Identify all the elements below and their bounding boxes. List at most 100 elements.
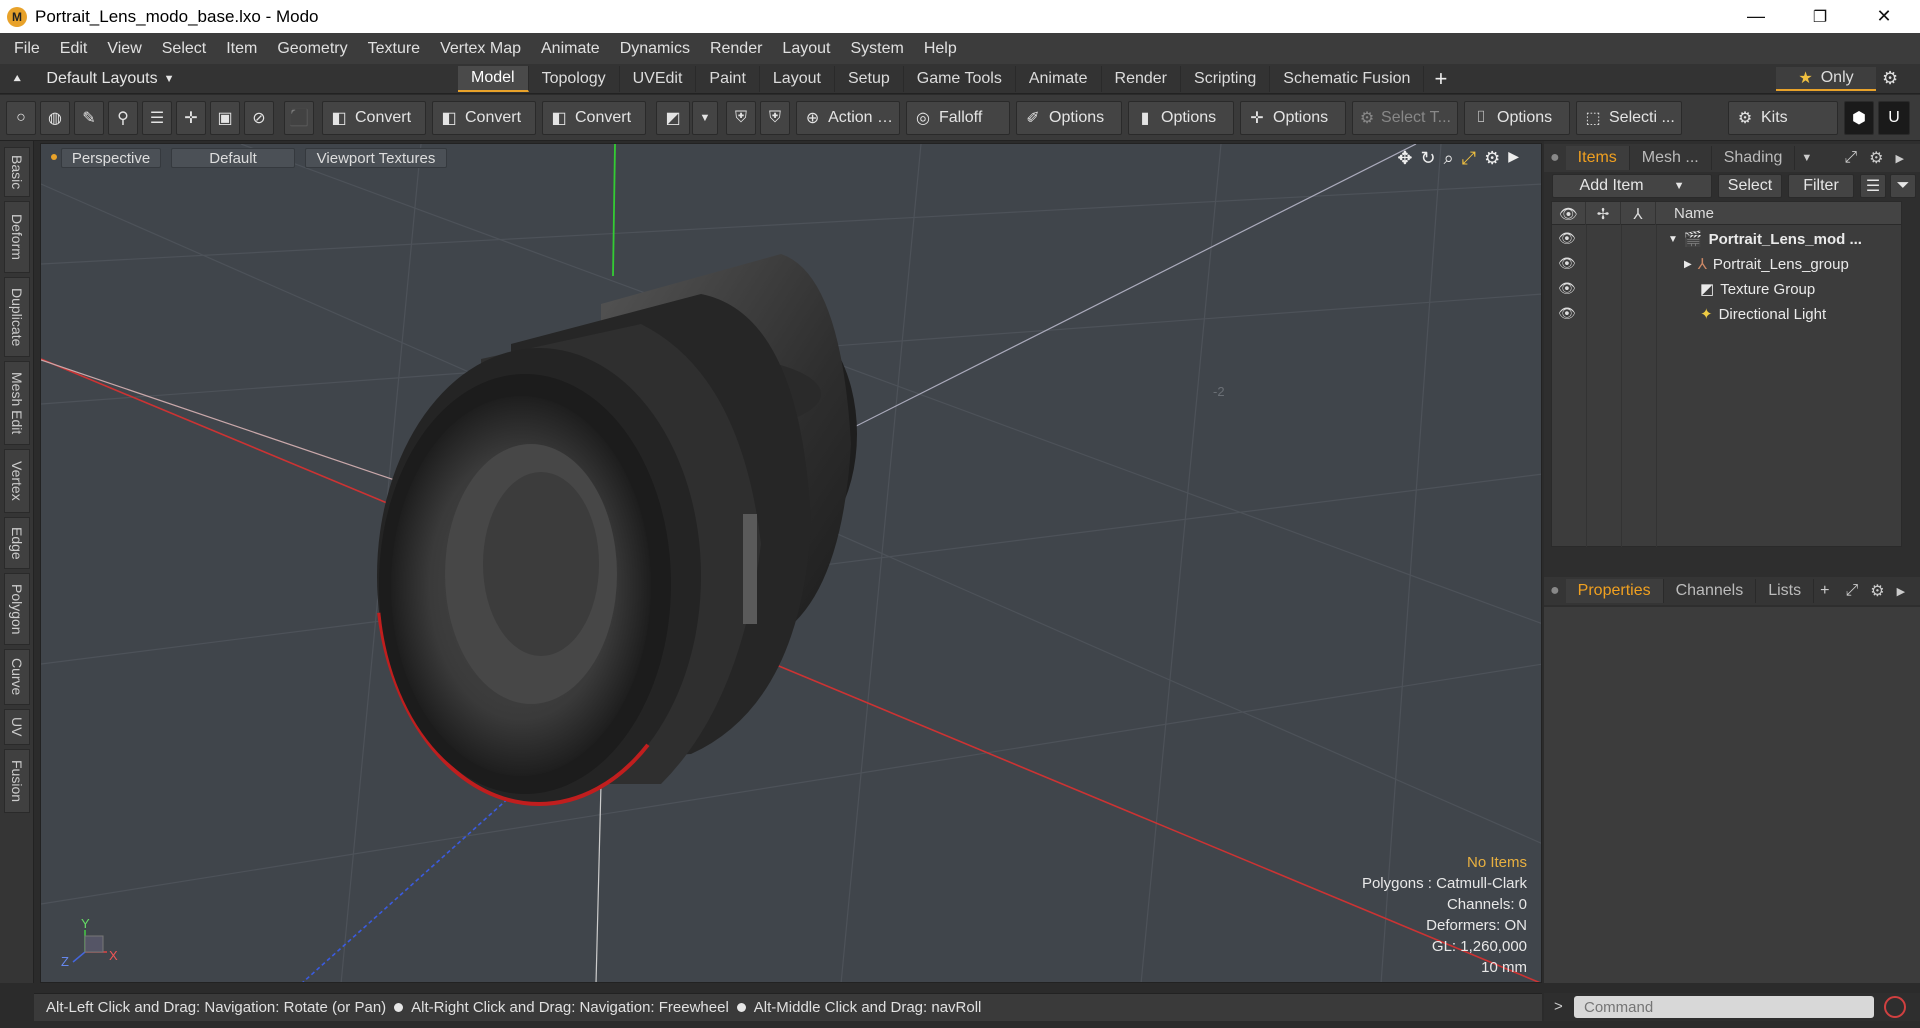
panel-menu-dot[interactable]: ● [1544,149,1566,167]
type-column-icon[interactable]: ⅄ [1621,202,1656,225]
menu-file[interactable]: File [4,40,50,58]
options-button-4[interactable]: ⌷ Options [1464,101,1570,135]
options-button-3[interactable]: ✛ Options [1240,101,1346,135]
convert-button-3[interactable]: ◧ Convert [542,101,646,135]
tab-mesh[interactable]: Mesh ... [1630,146,1712,170]
kits-button[interactable]: ⚙ Kits [1728,101,1838,135]
menu-render[interactable]: Render [700,40,772,58]
eye-icon[interactable]: 👁 [1558,280,1576,297]
tab-animate[interactable]: Animate [1016,66,1102,92]
select-button[interactable]: Select [1718,174,1782,198]
3d-viewport[interactable]: -2 Y X Z Perspective Default Viewport Te… [40,143,1542,983]
tab-scripting[interactable]: Scripting [1181,66,1271,92]
menu-vertex-map[interactable]: Vertex Map [430,40,531,58]
expand-arrow-icon[interactable]: ▶ [1684,259,1692,270]
eye-icon[interactable]: 👁 [1558,255,1576,272]
tab-paint[interactable]: Paint [696,66,760,92]
zoom-icon[interactable]: ⌕ [1444,148,1454,169]
record-icon[interactable] [1884,996,1906,1018]
tab-edge[interactable]: Edge [4,517,30,569]
command-input[interactable] [1574,996,1874,1018]
tab-polygon[interactable]: Polygon [4,573,30,645]
viewport-textures-dropdown[interactable]: Viewport Textures [305,148,447,168]
add-tab-icon[interactable]: + [1814,582,1835,600]
menu-dynamics[interactable]: Dynamics [610,40,700,58]
expand-icon[interactable]: ⤢ [1838,149,1863,167]
pan-icon[interactable]: ✥ [1397,148,1412,169]
menu-animate[interactable]: Animate [531,40,610,58]
tab-vertex[interactable]: Vertex [4,449,30,513]
menu-view[interactable]: View [97,40,151,58]
select-edges-button[interactable]: ◍ [40,101,70,135]
select-items-button[interactable]: ⚲ [108,101,138,135]
tab-fusion[interactable]: Fusion [4,749,30,813]
pivot-button[interactable]: ✛ [176,101,206,135]
select-materials-button[interactable]: ☰ [142,101,172,135]
falloff-button[interactable]: ◎ Falloff [906,101,1010,135]
tab-curve[interactable]: Curve [4,649,30,705]
tab-topology[interactable]: Topology [529,66,620,92]
convert-button-1[interactable]: ◧ Convert [322,101,426,135]
unreal-button[interactable]: U [1878,101,1910,135]
menu-layout[interactable]: Layout [772,40,840,58]
panel-menu-dot[interactable]: ● [1544,582,1566,600]
item-row-light[interactable]: 👁 ✦ Directional Light [1552,301,1901,326]
mesh-mode-button[interactable]: ⬛ [284,101,314,135]
tab-properties[interactable]: Properties [1565,579,1664,603]
convert-button-2[interactable]: ◧ Convert [432,101,536,135]
tab-mesh-edit[interactable]: Mesh Edit [4,361,30,445]
menu-help[interactable]: Help [914,40,967,58]
selection-sets-button[interactable]: ⬚ Selecti ... [1576,101,1682,135]
funnel-filter-button[interactable]: ⏷ [1890,174,1916,198]
eye-icon[interactable]: 👁 [1558,305,1576,322]
center-button[interactable]: ▣ [210,101,240,135]
eye-icon[interactable]: 👁 [1558,230,1576,247]
menu-geometry[interactable]: Geometry [267,40,357,58]
tab-schematic-fusion[interactable]: Schematic Fusion [1270,66,1425,92]
panel-arrow-icon[interactable]: ▶ [1891,585,1911,598]
tab-uvedit[interactable]: UVEdit [620,66,697,92]
tab-setup[interactable]: Setup [835,66,904,92]
menu-texture[interactable]: Texture [358,40,430,58]
tab-game-tools[interactable]: Game Tools [904,66,1016,92]
panel-gear-icon[interactable]: ⚙ [1864,581,1890,601]
only-button[interactable]: ★ Only [1776,67,1876,91]
options-button-1[interactable]: ✐ Options [1016,101,1122,135]
menu-item[interactable]: Item [216,40,267,58]
viewport-menu-dot[interactable] [51,154,57,160]
tab-model[interactable]: Model [458,66,529,92]
tab-duplicate[interactable]: Duplicate [4,277,30,357]
close-button[interactable]: ✕ [1856,0,1912,33]
tab-layout[interactable]: Layout [760,66,835,92]
list-options-button[interactable]: ☰ [1860,174,1886,198]
maximize-viewport-icon[interactable]: ⤢ [1462,148,1476,169]
select-vertices-button[interactable]: ○ [6,101,36,135]
tab-channels[interactable]: Channels [1664,579,1757,603]
item-row-texture-group[interactable]: 👁 ◩ Texture Group [1552,276,1901,301]
add-tab-icon[interactable]: + [1424,66,1457,92]
gear-icon[interactable]: ⚙ [1882,68,1898,89]
maximize-button[interactable]: ❐ [1792,0,1848,33]
tab-lists[interactable]: Lists [1756,579,1815,603]
name-column-header[interactable]: Name [1656,202,1903,225]
tab-items[interactable]: Items [1565,146,1630,170]
minimize-button[interactable]: — [1728,0,1784,33]
play-arrow-icon[interactable]: ▶ [1508,148,1519,169]
filter-button[interactable]: Filter [1788,174,1854,198]
select-polygons-button[interactable]: ✎ [74,101,104,135]
menu-system[interactable]: System [840,40,913,58]
action-center-button[interactable]: ⊕ Action … [796,101,900,135]
item-row-group[interactable]: 👁 ▶ ⅄ Portrait_Lens_group [1552,251,1901,276]
snap-button[interactable]: ◩ [656,101,690,135]
layout-collapse-icon[interactable]: ⯅ [12,71,22,87]
menu-edit[interactable]: Edit [50,40,98,58]
lens-model[interactable] [375,254,857,806]
chevron-down-icon[interactable]: ▼ [1795,152,1818,164]
viewport-gear-icon[interactable]: ⚙ [1484,148,1500,169]
item-row-scene[interactable]: 👁 ▼ 🎬 Portrait_Lens_mod ... [1552,226,1901,251]
options-button-2[interactable]: ▮ Options [1128,101,1234,135]
expand-icon[interactable]: ⤢ [1839,582,1864,600]
rotate-icon[interactable]: ↻ [1420,148,1435,169]
tab-shading[interactable]: Shading [1712,146,1796,170]
layout-selector[interactable]: ⯅ Default Layouts ▼ [12,68,174,90]
